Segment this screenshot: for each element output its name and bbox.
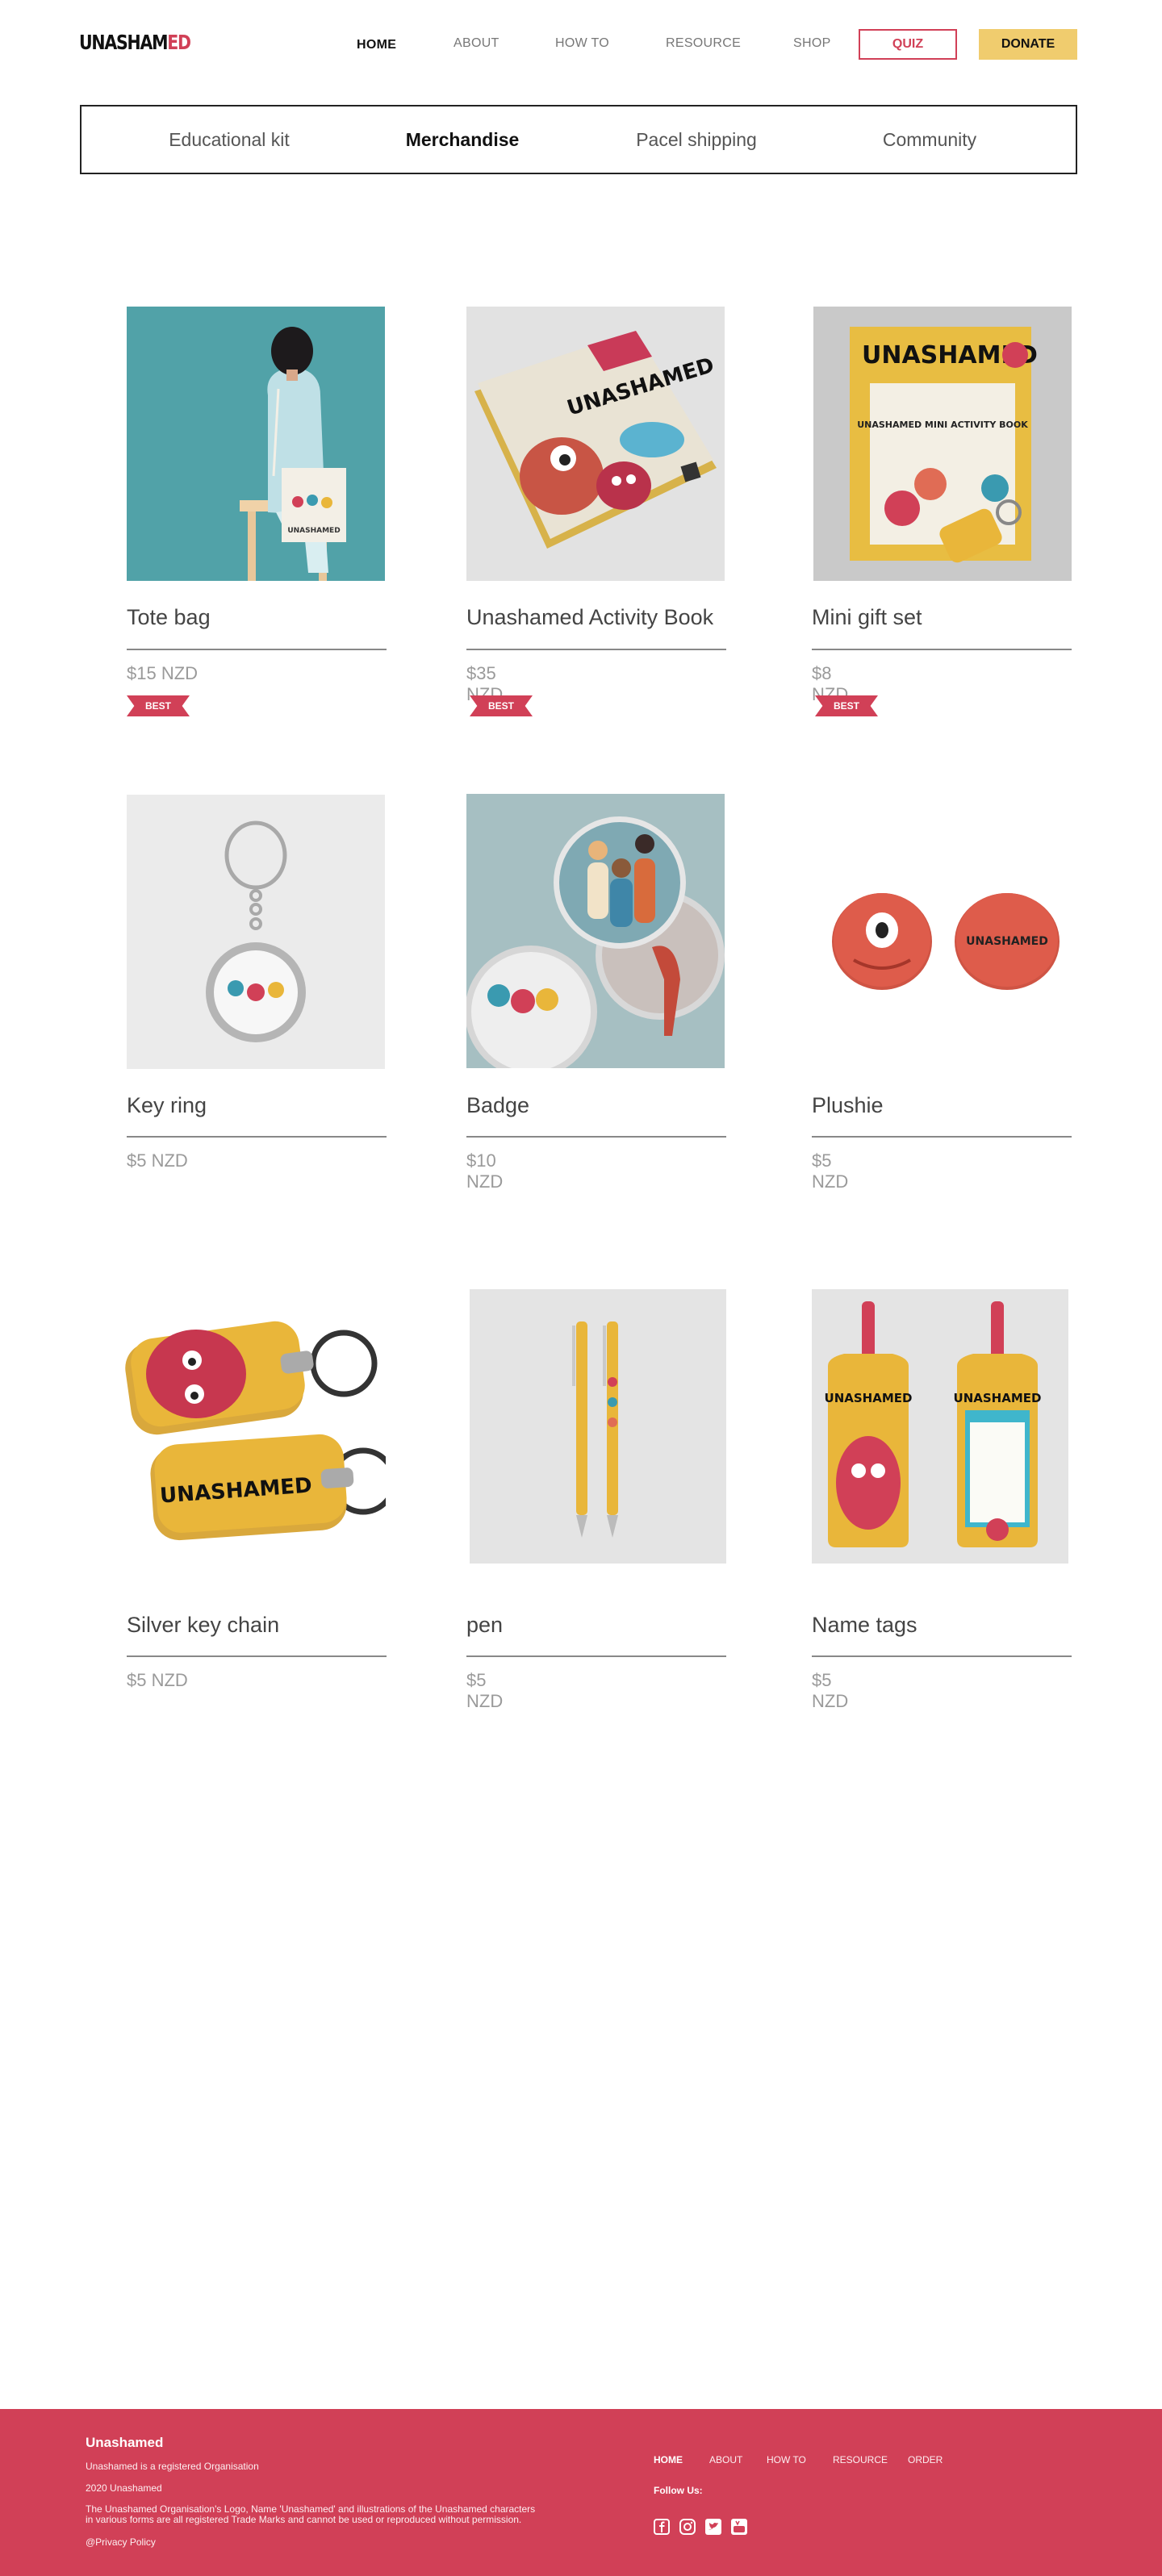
footer-nav-resource[interactable]: RESOURCE <box>833 2454 888 2465</box>
product-image-pen[interactable] <box>470 1289 726 1564</box>
footer-registration: Unashamed is a registered Organisation <box>86 2461 259 2472</box>
footer-title: Unashamed <box>86 2435 164 2450</box>
footer-nav-how-to[interactable]: HOW TO <box>767 2454 806 2465</box>
tab-educational-kit[interactable]: Educational kit <box>112 129 346 151</box>
product-image-silver-key-chain[interactable]: UNASHAMED <box>115 1289 386 1564</box>
logo-text-main: UNASHAM <box>79 31 168 54</box>
youtube-icon[interactable] <box>731 2519 747 2535</box>
plushie-label: UNASHAMED <box>966 935 1048 948</box>
footer-nav-order[interactable]: ORDER <box>908 2454 943 2465</box>
product-price: $5 NZD <box>812 1670 849 1711</box>
name-tag-front-label: UNASHAMED <box>825 1391 913 1405</box>
footer-privacy-link[interactable]: @Privacy Policy <box>86 2536 156 2549</box>
product-divider <box>466 1136 726 1138</box>
nav-resource[interactable]: RESOURCE <box>666 36 741 51</box>
product-title[interactable]: Name tags <box>812 1613 917 1638</box>
product-price: $5 NZD <box>812 1150 849 1192</box>
site-header: UNASHAMED HOME ABOUT HOW TO RESOURCE SHO… <box>0 0 1162 89</box>
tab-community[interactable]: Community <box>813 129 1047 151</box>
product-price: $5 NZD <box>127 1670 188 1690</box>
product-title[interactable]: Silver key chain <box>127 1613 279 1638</box>
product-title[interactable]: Key ring <box>127 1093 207 1118</box>
footer-copyright: 2020 Unashamed <box>86 2482 162 2494</box>
product-divider <box>127 649 387 650</box>
twitter-icon[interactable] <box>705 2519 721 2535</box>
best-badge: BEST <box>127 695 190 716</box>
product-image-badge[interactable] <box>466 794 725 1068</box>
product-divider <box>466 1655 726 1657</box>
footer-trademark-line2: in various forms are all registered Trad… <box>86 2514 522 2525</box>
follow-us-label: Follow Us: <box>654 2485 703 2496</box>
product-image-tote-bag[interactable]: UNASHAMED <box>127 307 385 581</box>
product-title[interactable]: pen <box>466 1613 503 1638</box>
nav-home[interactable]: HOME <box>357 38 396 52</box>
nav-how-to[interactable]: HOW TO <box>555 36 609 51</box>
facebook-icon[interactable] <box>654 2519 670 2535</box>
product-title[interactable]: Mini gift set <box>812 605 922 630</box>
quiz-button[interactable]: QUIZ <box>859 29 957 60</box>
category-tabs: Educational kit Merchandise Pacel shippi… <box>80 105 1077 174</box>
instagram-icon[interactable] <box>679 2519 696 2535</box>
product-image-plushie[interactable]: UNASHAMED <box>813 795 1072 1069</box>
product-title[interactable]: Plushie <box>812 1093 884 1118</box>
product-divider <box>812 1655 1072 1657</box>
nav-shop[interactable]: SHOP <box>793 36 831 51</box>
product-title[interactable]: Tote bag <box>127 605 211 630</box>
product-divider <box>127 1136 387 1138</box>
product-image-mini-gift-set[interactable]: UNASHAMED UNASHAMED MINI ACTIVITY BOOK <box>813 307 1072 581</box>
product-price: $15 NZD <box>127 663 199 683</box>
tab-pacel-shipping[interactable]: Pacel shipping <box>579 129 813 151</box>
product-divider <box>812 649 1072 650</box>
product-divider <box>812 1136 1072 1138</box>
site-footer: Unashamed Unashamed is a registered Orga… <box>0 2409 1162 2576</box>
gift-set-book-title: UNASHAMED MINI ACTIVITY BOOK <box>857 420 1028 430</box>
best-badge: BEST <box>815 695 878 716</box>
product-divider <box>466 649 726 650</box>
product-image-name-tags[interactable]: UNASHAMED UNASHAMED <box>812 1289 1068 1564</box>
product-image-activity-book[interactable]: UNASHAMED <box>466 307 725 581</box>
nav-about[interactable]: ABOUT <box>454 36 499 51</box>
logo-text-accent: ED <box>167 31 191 54</box>
product-price: $5 NZD <box>127 1150 188 1171</box>
donate-button[interactable]: DONATE <box>979 29 1077 60</box>
product-divider <box>127 1655 387 1657</box>
site-logo[interactable]: UNASHAMED <box>79 31 191 54</box>
best-badge: BEST <box>470 695 533 716</box>
footer-nav-about[interactable]: ABOUT <box>709 2454 742 2465</box>
name-tag-back-label: UNASHAMED <box>954 1391 1042 1405</box>
product-title[interactable]: Unashamed Activity Book <box>466 605 713 630</box>
product-price: $10 NZD <box>466 1150 504 1192</box>
footer-nav-home[interactable]: HOME <box>654 2454 683 2465</box>
tab-merchandise[interactable]: Merchandise <box>345 129 579 151</box>
product-image-key-ring[interactable] <box>127 795 385 1069</box>
tote-bag-print-label: UNASHAMED <box>287 527 340 535</box>
product-title[interactable]: Badge <box>466 1093 529 1118</box>
product-price: $5 NZD <box>466 1670 504 1711</box>
